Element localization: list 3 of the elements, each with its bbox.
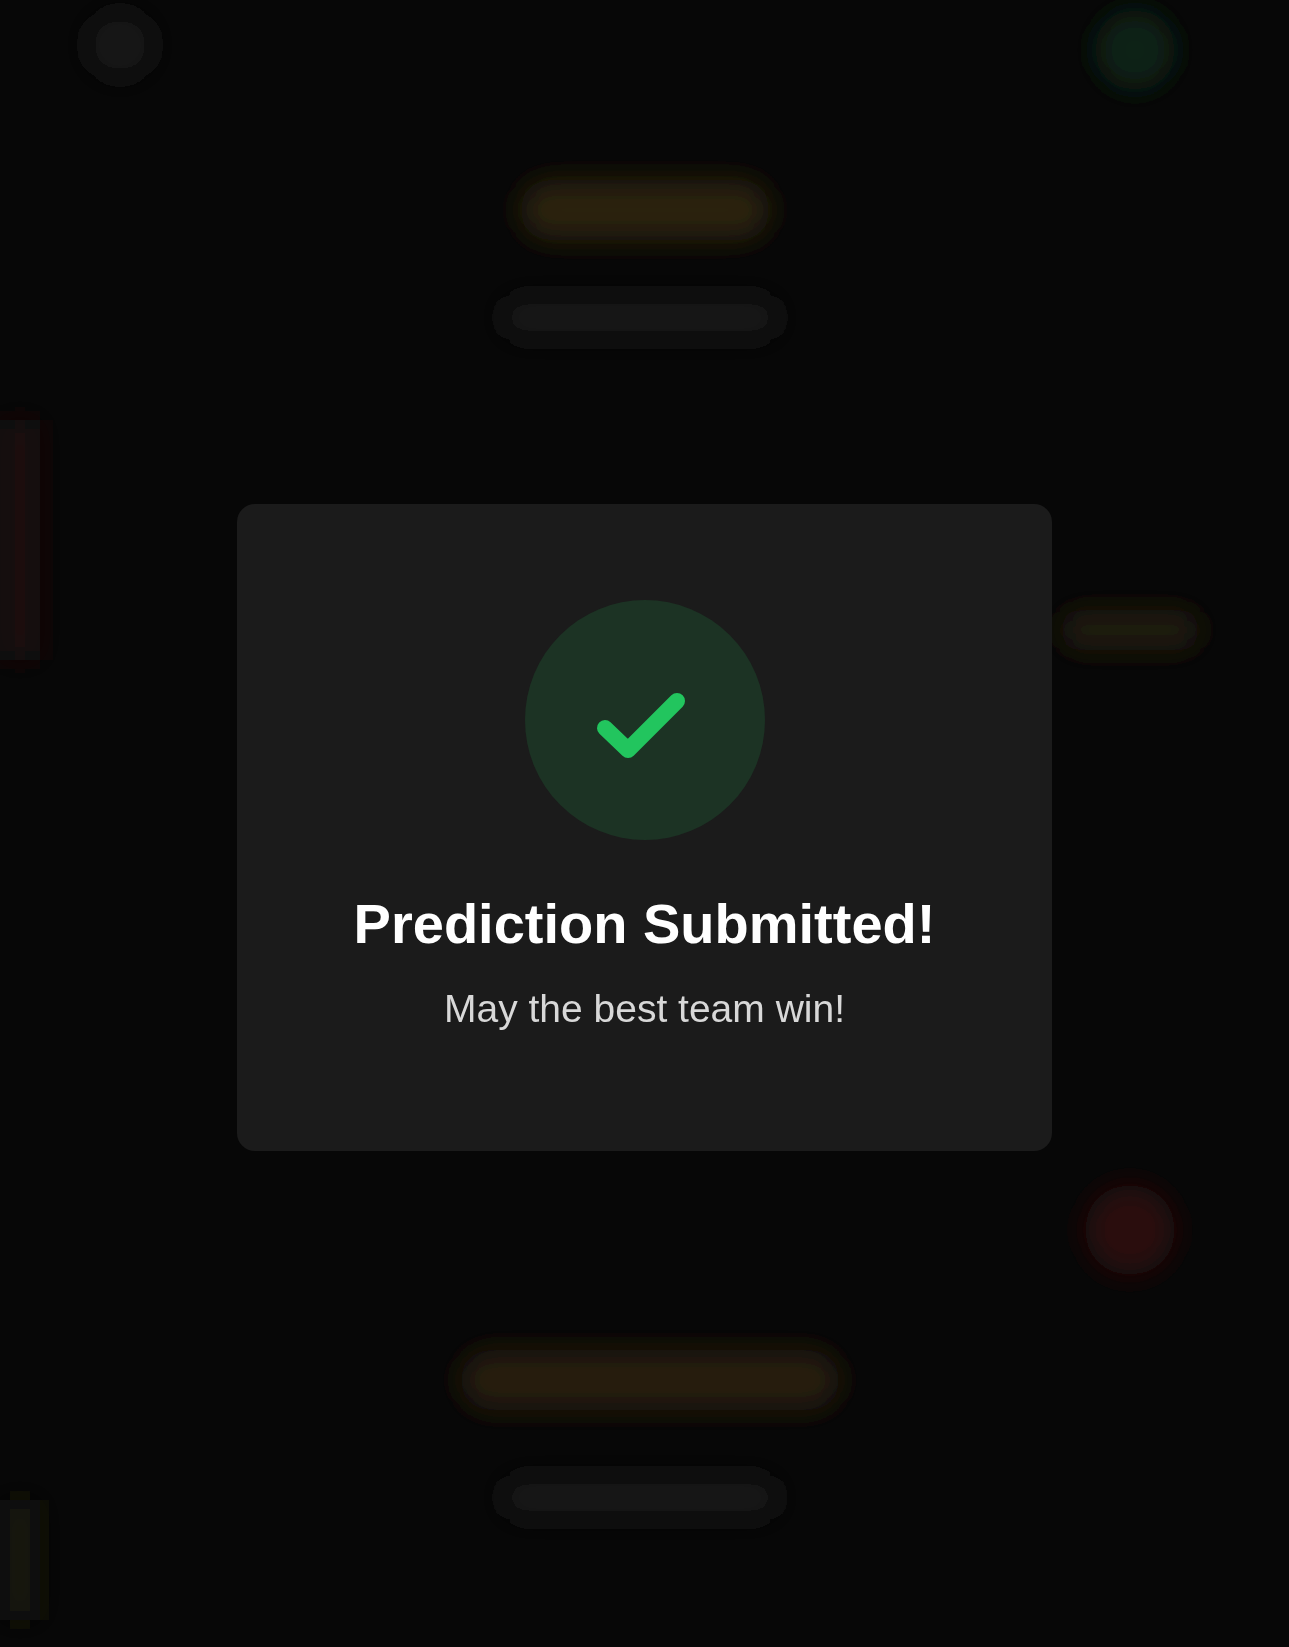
dialog-title: Prediction Submitted! (353, 892, 936, 956)
dialog-message: May the best team win! (444, 986, 845, 1032)
checkmark-icon (524, 600, 765, 840)
